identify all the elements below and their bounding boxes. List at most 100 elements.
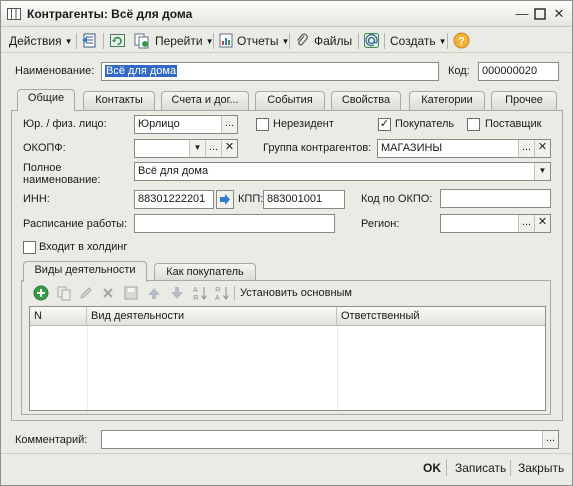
main-tabs: Общие Контакты Счета и дог... События Св… <box>11 89 563 111</box>
copy-document-icon[interactable] <box>133 32 150 49</box>
toolbar: Действия ▼ Перейти ▼ Отчеты ▼ Файлы Созд… <box>1 28 572 53</box>
legal-type-field[interactable]: Юрлицо ... <box>134 115 238 134</box>
kpp-label: КПП: <box>238 193 264 205</box>
kpp-field[interactable]: 883001001 <box>263 190 345 209</box>
select-button[interactable]: ... <box>542 431 558 448</box>
nonresident-label: Нерезидент <box>273 118 334 130</box>
files-button[interactable]: Файлы <box>314 32 352 50</box>
column-responsible[interactable]: Ответственный <box>337 307 545 326</box>
select-button[interactable]: ... <box>205 140 221 157</box>
inn-check-button[interactable] <box>216 190 234 209</box>
inn-label: ИНН: <box>23 193 50 205</box>
activity-panel: А Я Я А Установить основным N Вид деятел… <box>21 280 551 415</box>
maximize-icon[interactable] <box>531 5 549 23</box>
clear-icon[interactable]: ✕ <box>221 140 237 157</box>
inn-field[interactable]: 88301222201 <box>134 190 214 209</box>
create-menu[interactable]: Создать ▼ <box>390 32 447 50</box>
footer-divider <box>1 453 572 454</box>
reports-menu[interactable]: Отчеты ▼ <box>237 32 289 50</box>
dropdown-icon[interactable]: ▼ <box>189 140 205 157</box>
toolbar-divider <box>213 33 214 49</box>
minimize-icon[interactable]: — <box>513 5 531 23</box>
column-divider <box>87 326 88 410</box>
group-field[interactable]: МАГАЗИНЫ ... ✕ <box>377 139 551 158</box>
svg-text:Я: Я <box>193 295 198 301</box>
fullname-label-line1: Полное <box>23 162 62 174</box>
sort-descending-icon[interactable]: Я А <box>214 285 230 301</box>
code-label: Код: <box>448 65 470 77</box>
buyer-checkbox[interactable]: ✓ <box>378 118 391 131</box>
save-disk-icon[interactable] <box>123 285 139 301</box>
tab-accounts[interactable]: Счета и дог... <box>161 91 249 110</box>
ok-button[interactable]: OK <box>423 461 441 475</box>
select-button[interactable]: ... <box>221 116 237 133</box>
clear-icon[interactable]: ✕ <box>534 215 550 232</box>
okopf-field[interactable]: ▼ ... ✕ <box>134 139 238 158</box>
help-icon[interactable]: ? <box>453 32 470 49</box>
sort-ascending-icon[interactable]: А Я <box>192 285 208 301</box>
tab-as-buyer[interactable]: Как покупатель <box>154 263 256 281</box>
name-value: Всё для дома <box>105 65 178 77</box>
table-header: N Вид деятельности Ответственный <box>30 307 545 326</box>
tab-contacts[interactable]: Контакты <box>83 91 155 110</box>
counterparty-window: Контрагенты: Всё для дома — ✕ Действия ▼ … <box>0 0 573 486</box>
footer-button-divider <box>446 460 447 476</box>
name-field[interactable]: Всё для дома <box>101 62 439 81</box>
comment-field[interactable]: ... <box>101 430 559 449</box>
title-bar[interactable]: Контрагенты: Всё для дома — ✕ <box>1 1 572 27</box>
svg-text:?: ? <box>458 36 465 48</box>
dropdown-icon[interactable]: ▼ <box>534 163 550 180</box>
attachment-icon <box>297 33 308 46</box>
fullname-field[interactable]: Всё для дома ▼ <box>134 162 551 181</box>
supplier-checkbox[interactable] <box>467 118 480 131</box>
fullname-label-line2: наименование: <box>23 174 101 186</box>
fullname-value: Всё для дома <box>138 165 209 177</box>
column-n[interactable]: N <box>30 307 87 326</box>
email-icon[interactable] <box>363 32 380 49</box>
activity-table[interactable]: N Вид деятельности Ответственный <box>29 306 546 411</box>
region-field[interactable]: ... ✕ <box>440 214 551 233</box>
tab-other[interactable]: Прочее <box>491 91 557 110</box>
tab-events[interactable]: События <box>255 91 325 110</box>
footer-button-divider <box>510 460 511 476</box>
report-icon <box>219 33 233 48</box>
actions-menu[interactable]: Действия ▼ <box>9 32 73 50</box>
copy-icon[interactable] <box>56 285 72 301</box>
schedule-field[interactable] <box>134 214 335 233</box>
select-button[interactable]: ... <box>518 215 534 232</box>
refresh-icon[interactable] <box>109 32 126 49</box>
toolbar-divider <box>289 33 290 49</box>
toolbar-divider <box>234 286 235 300</box>
tab-general[interactable]: Общие <box>17 89 75 111</box>
holding-checkbox[interactable] <box>23 241 36 254</box>
nonresident-checkbox[interactable] <box>256 118 269 131</box>
group-label: Группа контрагентов: <box>263 142 372 154</box>
group-value: МАГАЗИНЫ <box>381 142 443 154</box>
tab-properties[interactable]: Свойства <box>331 91 401 110</box>
move-down-icon[interactable] <box>169 285 185 301</box>
move-up-icon[interactable] <box>146 285 162 301</box>
code-field[interactable]: 000000020 <box>478 62 559 81</box>
column-activity-type[interactable]: Вид деятельности <box>87 307 337 326</box>
save-button[interactable]: Записать <box>455 461 506 475</box>
okpo-label: Код по ОКПО: <box>361 193 433 205</box>
delete-icon[interactable] <box>100 285 116 301</box>
clear-icon[interactable]: ✕ <box>534 140 550 157</box>
svg-text:А: А <box>215 295 220 301</box>
goto-menu[interactable]: Перейти ▼ <box>155 32 213 50</box>
tab-activity-types[interactable]: Виды деятельности <box>23 261 147 282</box>
tab-categories[interactable]: Категории <box>409 91 485 110</box>
okpo-field[interactable] <box>440 189 551 208</box>
edit-icon[interactable] <box>78 285 94 301</box>
select-button[interactable]: ... <box>518 140 534 157</box>
add-icon[interactable] <box>33 285 49 301</box>
toolbar-divider <box>447 33 448 49</box>
set-main-button[interactable]: Установить основным <box>240 287 352 299</box>
toolbar-divider <box>358 33 359 49</box>
close-button[interactable]: Закрыть <box>518 461 564 475</box>
go-to-list-icon[interactable] <box>81 32 98 49</box>
toolbar-divider <box>103 33 104 49</box>
close-icon[interactable]: ✕ <box>550 5 568 23</box>
svg-text:Я: Я <box>215 287 220 294</box>
arrow-right-icon <box>220 194 230 205</box>
